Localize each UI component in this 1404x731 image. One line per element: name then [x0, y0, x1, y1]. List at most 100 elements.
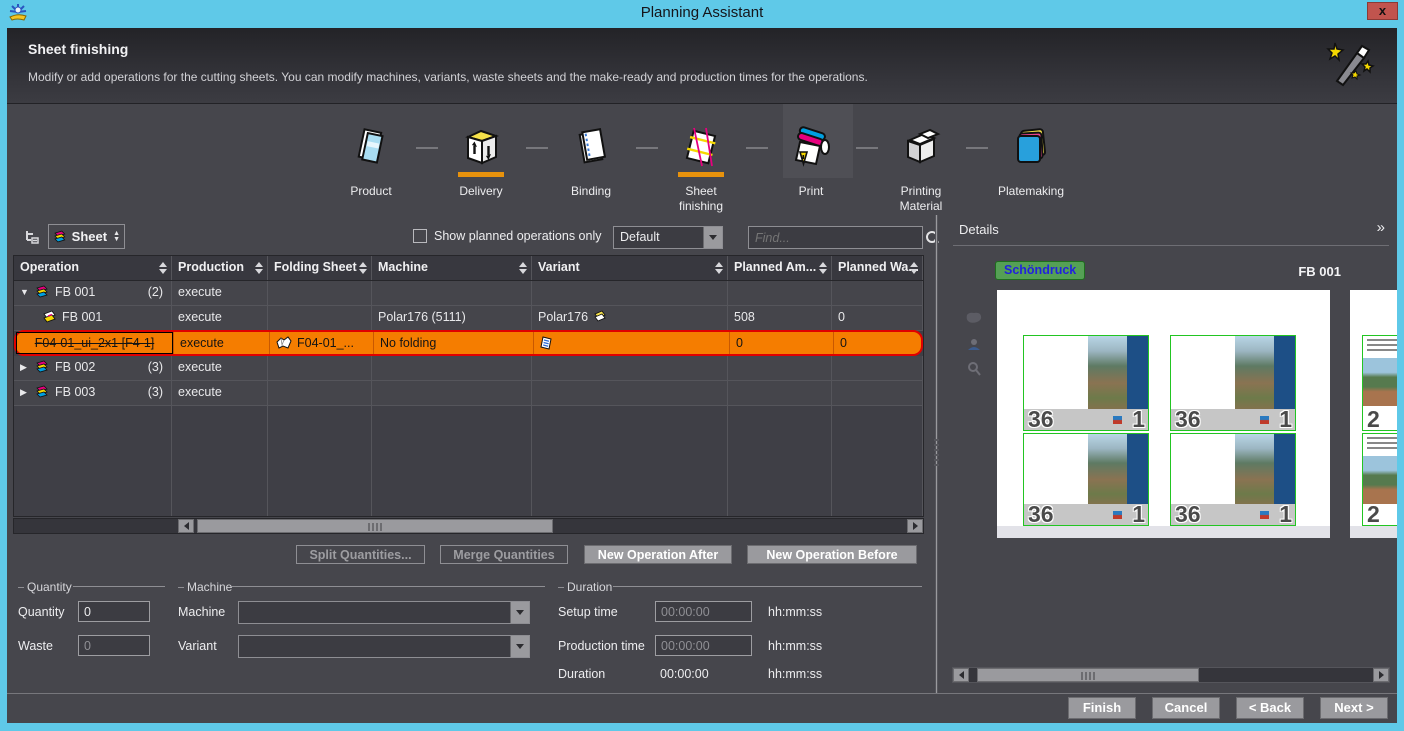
folding-sheet-cell [268, 281, 372, 305]
dialog-body: Sheet finishing Modify or add operations… [7, 28, 1397, 723]
step-connector [526, 147, 548, 149]
machine-dropdown-button[interactable] [510, 602, 529, 623]
page-text-block [1367, 437, 1397, 451]
planned-amount-cell [728, 356, 832, 380]
expand-open-icon[interactable]: ▼ [20, 287, 30, 297]
column-header-operation[interactable]: Operation [14, 256, 172, 280]
merge-quantities-button[interactable]: Merge Quantities [440, 545, 568, 564]
sort-icon[interactable] [159, 262, 167, 274]
production-cell: execute [174, 332, 270, 354]
details-horizontal-scrollbar[interactable] [952, 667, 1390, 683]
cmyk-sheet-icon [53, 230, 68, 243]
waste-input[interactable] [78, 635, 150, 656]
column-header-variant[interactable]: Variant [532, 256, 728, 280]
person-icon[interactable] [966, 337, 982, 353]
setup-format-hint: hh:mm:ss [768, 605, 822, 619]
sheet-name-label: FB 001 [1245, 264, 1341, 279]
new-operation-before-button[interactable]: New Operation Before [747, 545, 917, 564]
page-number-band: 36 1 [1024, 504, 1148, 525]
setup-time-input[interactable] [655, 601, 752, 622]
arrow-left-icon [959, 671, 964, 679]
filter-value: Default [614, 227, 703, 248]
production-time-input[interactable] [655, 635, 752, 656]
table-horizontal-scrollbar[interactable] [13, 518, 924, 534]
scrollbar-track[interactable] [194, 519, 907, 533]
table-row-selected[interactable]: F04-01_ui_2x1 [F4-1] execute F04-01_... … [14, 330, 923, 356]
sort-icon[interactable] [519, 262, 527, 274]
scroll-right-button[interactable] [907, 519, 923, 533]
column-label: Variant [538, 260, 580, 274]
table-row[interactable]: FB 001 execute Polar176 (5111) Polar176 … [14, 306, 923, 331]
find-box[interactable] [748, 226, 923, 249]
column-header-planned-amount[interactable]: Planned Am... [728, 256, 832, 280]
preview-page-cell: 36 1 [1170, 433, 1296, 526]
scroll-left-button[interactable] [178, 519, 194, 533]
table-row[interactable]: ▶ FB 002 (3) execute [14, 356, 923, 381]
close-button[interactable]: x [1367, 2, 1398, 20]
back-button[interactable]: < Back [1236, 697, 1304, 719]
column-header-production[interactable]: Production [172, 256, 268, 280]
column-header-planned-waste[interactable]: Planned Wa... [832, 256, 923, 280]
machine-dropdown[interactable] [238, 601, 530, 624]
arrow-right-icon [1379, 671, 1384, 679]
filter-dropdown-button[interactable] [703, 227, 722, 248]
collapse-tree-icon[interactable] [24, 230, 42, 244]
variant-dropdown-button[interactable] [510, 636, 529, 657]
planned-amount-cell [728, 381, 832, 405]
sort-icon[interactable] [910, 262, 918, 274]
filter-dropdown[interactable]: Default [613, 226, 723, 249]
sort-icon[interactable] [359, 262, 367, 274]
expand-closed-icon[interactable]: ▶ [20, 362, 30, 373]
step-connector [856, 147, 878, 149]
titlebar[interactable]: Planning Assistant x [0, 0, 1404, 28]
variant-dropdown[interactable] [238, 635, 530, 658]
step-delivery[interactable]: Delivery [439, 126, 523, 199]
pane-splitter[interactable] [928, 215, 945, 693]
scrollbar-thumb[interactable] [197, 519, 553, 533]
scroll-right-button[interactable] [1373, 668, 1389, 682]
view-mode-spinner[interactable]: ▲▼ [113, 231, 120, 243]
expand-closed-icon[interactable]: ▶ [20, 387, 30, 398]
step-platemaking[interactable]: Platemaking [989, 126, 1073, 199]
scrollbar-thumb[interactable] [977, 668, 1199, 682]
table-row[interactable]: ▼ FB 001 (2) execute [14, 281, 923, 306]
sort-icon[interactable] [255, 262, 263, 274]
step-binding[interactable]: Binding [549, 126, 633, 199]
step-print[interactable]: Print [769, 126, 853, 199]
sort-icon[interactable] [715, 262, 723, 274]
column-label: Folding Sheet [274, 260, 357, 274]
step-printing-material[interactable]: Printing Material [879, 126, 963, 214]
preview-page-cell: 36 1 [1170, 335, 1296, 431]
color-mark-icon [1113, 511, 1122, 519]
view-mode-selector[interactable]: Sheet ▲▼ [48, 224, 125, 249]
new-operation-after-button[interactable]: New Operation After [584, 545, 732, 564]
planned-waste-cell: 0 [832, 306, 923, 330]
cancel-button[interactable]: Cancel [1152, 697, 1220, 719]
scroll-left-button[interactable] [953, 668, 969, 682]
next-button[interactable]: Next > [1320, 697, 1388, 719]
planning-assistant-window: Planning Assistant x Sheet finishing Mod… [0, 0, 1404, 731]
split-quantities-button[interactable]: Split Quantities... [296, 545, 425, 564]
group-rule [73, 586, 165, 587]
delivery-icon [460, 126, 502, 168]
step-sheet-finishing[interactable]: Sheet finishing [659, 126, 743, 214]
production-time-label: Production time [558, 639, 645, 653]
column-header-folding-sheet[interactable]: Folding Sheet [268, 256, 372, 280]
variant-value [239, 636, 510, 657]
press-sheet-preview[interactable]: 36 1 36 1 [997, 290, 1330, 538]
sort-icon[interactable] [819, 262, 827, 274]
table-row[interactable]: ▶ FB 003 (3) execute [14, 381, 923, 406]
show-planned-only-checkbox[interactable] [413, 229, 427, 243]
press-sheet-preview-2[interactable]: 2 2 [1350, 290, 1397, 538]
planned-waste-cell [832, 281, 923, 305]
column-header-machine[interactable]: Machine [372, 256, 532, 280]
quantity-input[interactable] [78, 601, 150, 622]
comment-flag-icon[interactable] [965, 311, 983, 325]
table-empty-area [14, 406, 924, 516]
scrollbar-track[interactable] [969, 668, 1373, 682]
collapse-panel-icon[interactable]: » [1377, 219, 1385, 236]
magnifier-icon[interactable] [966, 361, 982, 379]
step-product[interactable]: Product [329, 126, 413, 199]
find-input[interactable] [749, 231, 924, 245]
finish-button[interactable]: Finish [1068, 697, 1136, 719]
